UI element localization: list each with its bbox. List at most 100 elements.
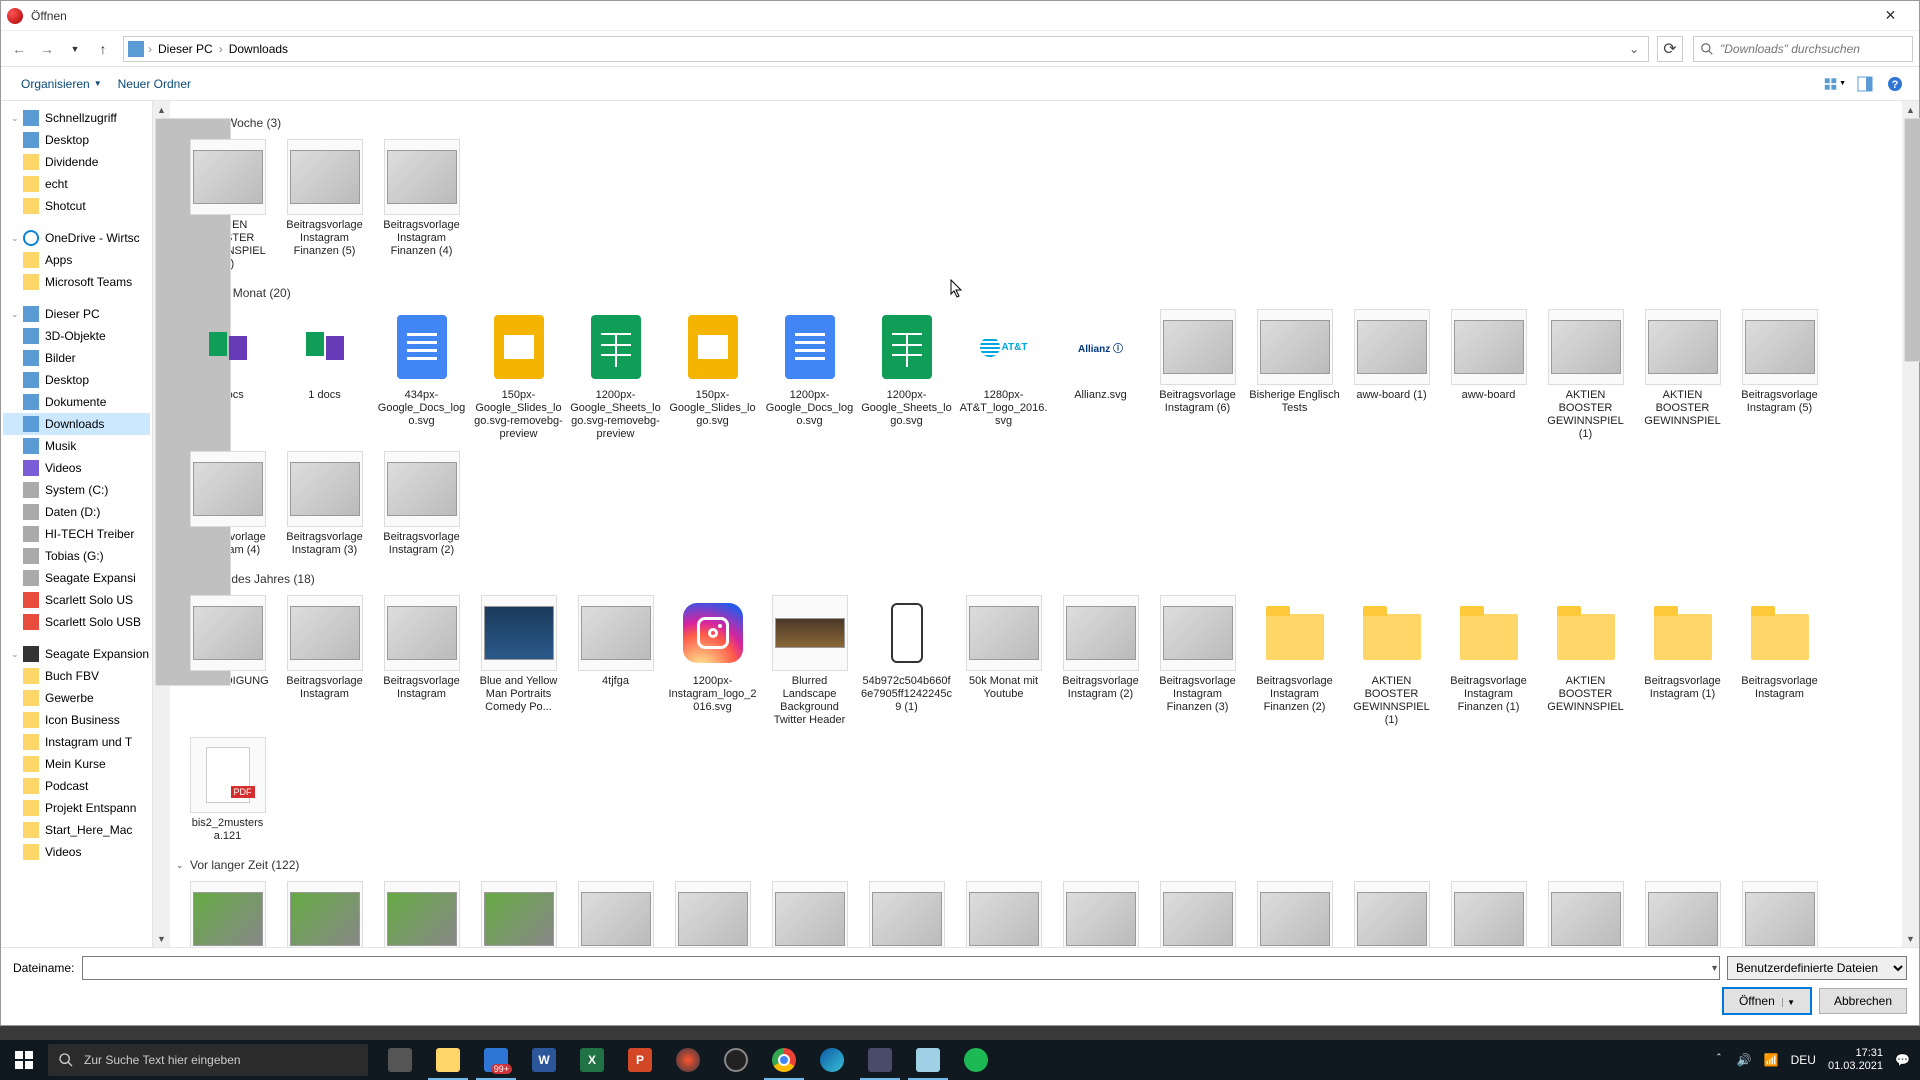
preview-pane-button[interactable] xyxy=(1853,72,1877,96)
file-item[interactable]: 434px-Google_Docs_logo.svg xyxy=(374,305,469,445)
start-button[interactable] xyxy=(0,1040,48,1080)
filename-input[interactable] xyxy=(82,956,1720,980)
tree-item[interactable]: Seagate Expansi xyxy=(3,567,150,589)
file-item[interactable]: 150px-Google_Slides_logo.svg xyxy=(665,305,760,445)
file-item[interactable]: Ausgaben Statstik 1 xyxy=(1053,877,1148,947)
breadcrumb-dropdown[interactable]: ⌄ xyxy=(1624,42,1644,56)
tree-item[interactable]: Apps xyxy=(3,249,150,271)
file-item[interactable]: Aktienkäufe 1 xyxy=(1538,877,1633,947)
tree-item[interactable]: Downloads xyxy=(3,413,150,435)
tree-item[interactable]: Videos xyxy=(3,457,150,479)
tree-item[interactable]: Daten (D:) xyxy=(3,501,150,523)
tree-item[interactable]: ⌄Dieser PC xyxy=(3,303,150,325)
file-item[interactable]: Beitragsvorlage Instagram (5) xyxy=(1732,305,1827,445)
up-button[interactable]: ↑ xyxy=(91,37,115,61)
explorer-app[interactable] xyxy=(424,1040,472,1080)
file-item[interactable]: AT&T1280px-AT&T_logo_2016.svg xyxy=(956,305,1051,445)
refresh-button[interactable]: ⟳ xyxy=(1657,36,1683,62)
crumb-downloads[interactable]: Downloads xyxy=(223,42,294,56)
reader-app[interactable] xyxy=(856,1040,904,1080)
group-header[interactable]: ⌄Letzten Monat (20) xyxy=(176,281,1896,305)
file-item[interactable]: Aktienkäufe_Bild-removebg-preview xyxy=(1247,877,1342,947)
chrome-app[interactable] xyxy=(760,1040,808,1080)
file-item[interactable]: PDFbis2_2musters a.121 xyxy=(180,733,275,847)
search-input[interactable] xyxy=(1720,42,1906,56)
tree-item[interactable]: Projekt Entspann xyxy=(3,797,150,819)
system-tray[interactable]: ＾ 🔊 📶 DEU 17:3101.03.2021 💬 xyxy=(1703,1047,1920,1073)
tree-item[interactable]: Musik xyxy=(3,435,150,457)
file-item[interactable]: ANKÜNDIGUNG xyxy=(180,591,275,731)
file-item[interactable]: 20% (1) xyxy=(1732,877,1827,947)
tray-chevron-icon[interactable]: ＾ xyxy=(1713,1052,1725,1069)
file-item[interactable]: 4tjfga xyxy=(568,591,663,731)
file-item[interactable]: Bild für Thumbnail 2 xyxy=(277,877,372,947)
obs-app[interactable] xyxy=(712,1040,760,1080)
clock[interactable]: 17:3101.03.2021 xyxy=(1828,1047,1883,1073)
taskview-button[interactable] xyxy=(376,1040,424,1080)
edge2-app[interactable] xyxy=(808,1040,856,1080)
file-item[interactable]: 1200px-Instagram_logo_2016.svg xyxy=(665,591,760,731)
lang-indicator[interactable]: DEU xyxy=(1791,1053,1816,1067)
file-item[interactable]: 54b972c504b660f6e7905ff1242245c9 (1) xyxy=(859,591,954,731)
file-item[interactable]: Ausgaben Statstik 3 xyxy=(859,877,954,947)
tree-item[interactable]: Scarlett Solo US xyxy=(3,589,150,611)
notepad-app[interactable] xyxy=(904,1040,952,1080)
open-button[interactable]: Öffnen ▼ xyxy=(1723,988,1811,1014)
tree-item[interactable]: Videos xyxy=(3,841,150,863)
spotify-app[interactable] xyxy=(952,1040,1000,1080)
tree-item[interactable]: Mein Kurse xyxy=(3,753,150,775)
file-item[interactable]: Beitragsvorlage Instagram Finanzen (2) xyxy=(1247,591,1342,731)
tree-item[interactable]: Dividende xyxy=(3,151,150,173)
edge-app[interactable]: 99+ xyxy=(472,1040,520,1080)
tree-item[interactable]: Start_Here_Mac xyxy=(3,819,150,841)
tree-item[interactable]: Instagram und T xyxy=(3,731,150,753)
tree-item[interactable]: Dokumente xyxy=(3,391,150,413)
file-item[interactable]: Beitragsvorlage Instagram (2) xyxy=(1053,591,1148,731)
file-item[interactable]: Ausgaben Statstik 2 xyxy=(956,877,1051,947)
wifi-icon[interactable]: 📶 xyxy=(1764,1053,1779,1067)
notifications-icon[interactable]: 💬 xyxy=(1895,1053,1910,1067)
help-button[interactable]: ? xyxy=(1883,72,1907,96)
file-item[interactable]: Bisherige Englisch Tests xyxy=(1247,305,1342,445)
tree-item[interactable]: Podcast xyxy=(3,775,150,797)
tree-item[interactable]: HI-TECH Treiber xyxy=(3,523,150,545)
crumb-pc[interactable]: Dieser PC xyxy=(152,42,219,56)
powerpoint-app[interactable]: P xyxy=(616,1040,664,1080)
tree-item[interactable]: 3D-Objekte xyxy=(3,325,150,347)
tree-item[interactable]: Bilder xyxy=(3,347,150,369)
group-header[interactable]: ⌄Vor langer Zeit (122) xyxy=(176,853,1896,877)
sidebar-scrollbar[interactable]: ▲▼ xyxy=(153,101,170,947)
file-item[interactable]: 1200px-Google_Sheets_logo.svg-removebg-p… xyxy=(568,305,663,445)
file-item[interactable]: aww-board xyxy=(1441,305,1536,445)
file-item[interactable]: Beitragsvorlage Instagram Finanzen (1) xyxy=(1441,591,1536,731)
tree-item[interactable]: echt xyxy=(3,173,150,195)
tree-item[interactable]: Buch FBV xyxy=(3,665,150,687)
file-item[interactable]: AKTIEN BOOSTER GEWINNSPIEL (1) xyxy=(1344,591,1439,731)
search-box[interactable] xyxy=(1693,36,1913,62)
tree-item[interactable]: ⌄Seagate Expansion xyxy=(3,643,150,665)
tree-item[interactable]: Tobias (G:) xyxy=(3,545,150,567)
group-header[interactable]: ⌄Anfang des Jahres (18) xyxy=(176,567,1896,591)
tree-item[interactable]: Desktop xyxy=(3,129,150,151)
file-item[interactable]: Beitragsvorlage Instagram (2) xyxy=(374,447,469,561)
file-item[interactable]: Beitragsvorlage Instagram (1) xyxy=(1635,591,1730,731)
file-item[interactable]: AKTIEN BOOSTER GEWINNSPIEL (1) xyxy=(1538,305,1633,445)
file-item[interactable]: Beitragsvorlage Instagram Finanzen (4) xyxy=(374,135,469,275)
tree-item[interactable]: ⌄Schnellzugriff xyxy=(3,107,150,129)
file-item[interactable]: Beitragsvorlage Instagram xyxy=(1732,591,1827,731)
file-item[interactable]: Ausgaben nicht alles 1 xyxy=(665,877,760,947)
tree-item[interactable]: Scarlett Solo USB xyxy=(3,611,150,633)
file-item[interactable]: Beitragsvorlage Instagram (6) xyxy=(1150,305,1245,445)
tree-item[interactable]: Shotcut xyxy=(3,195,150,217)
file-item[interactable]: 50k Monat mit Youtube xyxy=(956,591,1051,731)
excel-app[interactable]: X xyxy=(568,1040,616,1080)
view-button[interactable]: ▼ xyxy=(1823,72,1847,96)
tree-item[interactable]: Gewerbe xyxy=(3,687,150,709)
file-item[interactable]: AKTIEN BOOSTER GEWINNSPIEL xyxy=(1635,305,1730,445)
file-area[interactable]: ⌄Letzte Woche (3)AKTIEN BOOSTER GEWINNSP… xyxy=(170,101,1902,947)
file-item[interactable]: Bild für Thumbnail 1 xyxy=(374,877,469,947)
brave-app[interactable] xyxy=(664,1040,712,1080)
tree-item[interactable]: Microsoft Teams xyxy=(3,271,150,293)
back-button[interactable]: ← xyxy=(7,37,31,61)
file-item[interactable]: Bild für Thumbnail 3 xyxy=(180,877,275,947)
